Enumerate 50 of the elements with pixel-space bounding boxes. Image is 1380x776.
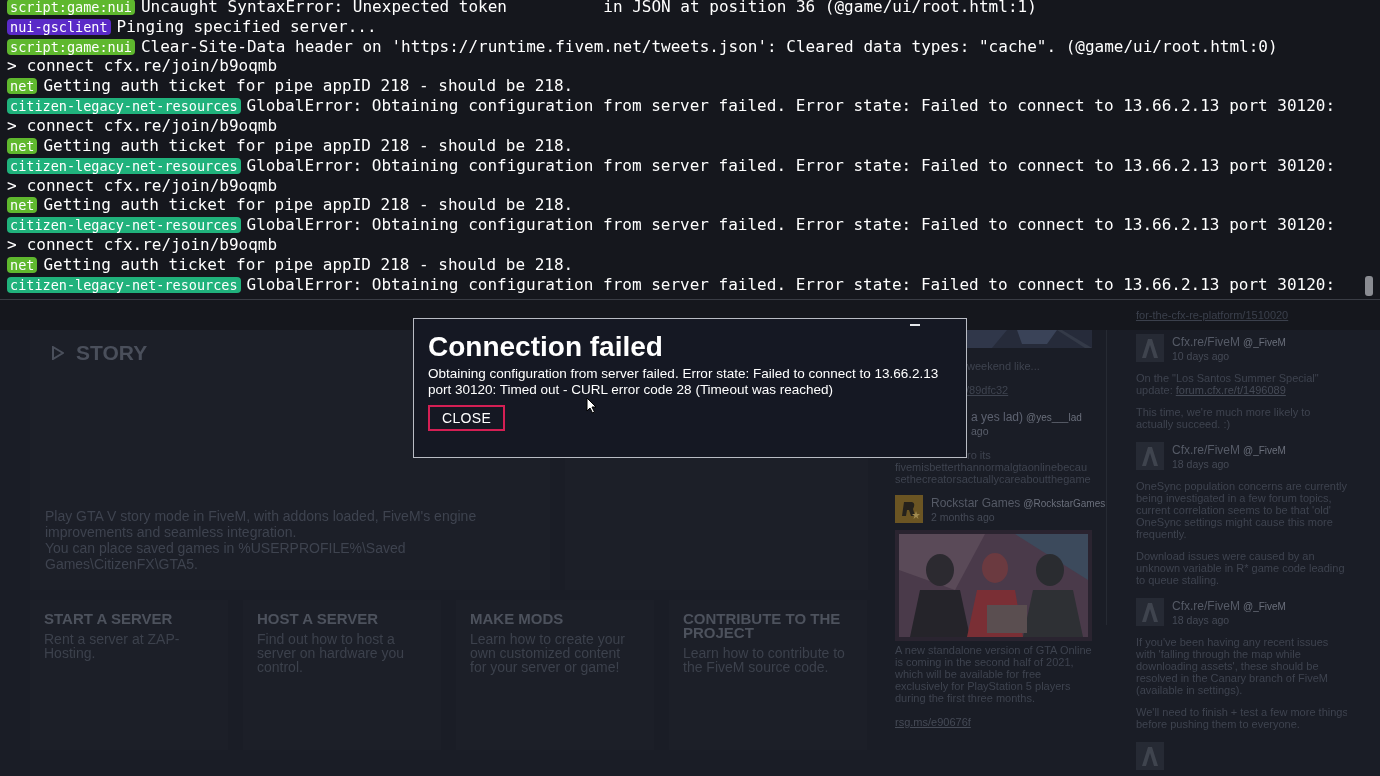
dialog-title: Connection failed — [428, 330, 664, 364]
tag-badge: nui-gsclient — [7, 18, 111, 35]
log-text: Uncaught SyntaxError: Unexpected token in JSON at position 36 (@game/ui/root.html:1) — [140, 0, 1037, 18]
prompt-symbol: > — [7, 115, 17, 137]
avatar-icon — [1136, 334, 1164, 362]
tag-badge: citizen-legacy-net-resources — [7, 217, 241, 234]
tag-badge: net — [7, 197, 38, 214]
author-name: a yes lad) — [971, 411, 1024, 424]
prompt-symbol: > — [7, 55, 17, 78]
author-handle: @_FiveM — [1243, 336, 1286, 350]
author-name: Cfx.re/FiveM — [1172, 600, 1240, 613]
scrollbar-thumb[interactable] — [1365, 276, 1373, 296]
tag-badge: net — [7, 78, 38, 95]
log-text: GlobalError: Obtaining configuration from server failed. Error state: Failed to connect to 13.66.2.13 port 30120: — [246, 214, 1336, 237]
author-name: Rockstar Games — [931, 497, 1021, 510]
tag-badge: citizen-legacy-net-resources — [7, 157, 241, 174]
log-text: Getting auth ticket for pipe appID 218 - should be 218. — [43, 194, 574, 217]
tag-badge: citizen-legacy-net-resources — [7, 276, 241, 293]
command-text: connect cfx.re/join/b9oqmb — [26, 55, 278, 78]
command-text: connect cfx.re/join/b9oqmb — [26, 115, 278, 137]
author-handle: @yes___lad — [1026, 411, 1082, 425]
tag-badge: net — [7, 256, 38, 273]
log-text: Getting auth ticket for pipe appID 218 - should be 218. — [43, 134, 574, 157]
author-handle: @_FiveM — [1243, 444, 1286, 458]
log-text: GlobalError: Obtaining configuration from server failed. Error state: Failed to connect to 13.66.2.13 port 30120: — [246, 95, 1336, 118]
author-name: Cfx.re/FiveM — [1172, 444, 1240, 457]
log-text: GlobalError: Obtaining configuration from server failed. Error state: Failed to connect to 13.66.2.13 port 30120: — [246, 154, 1336, 177]
avatar-icon — [1136, 742, 1164, 770]
prompt-symbol: > — [7, 174, 17, 197]
tag-badge: script:game:nui — [7, 0, 135, 15]
log-text: GlobalError: Obtaining configuration from server failed. Error state: Failed to connect to 13.66.2.13 port 30120: — [246, 273, 1336, 296]
avatar-icon — [1136, 442, 1164, 470]
avatar-icon — [895, 495, 923, 523]
play-icon — [52, 345, 64, 360]
log-text: Pinging specified server... — [116, 15, 377, 38]
cursor-icon — [586, 397, 597, 414]
tag-badge: citizen-legacy-net-resources — [7, 98, 241, 115]
author-handle: @_FiveM — [1243, 600, 1286, 614]
dialog-message: Obtaining configuration from server failed. Error state: Failed to connect to 13.66.2.13 port 30120: Timed out - CURL error code 28 (Timeout was reached) — [428, 366, 940, 398]
tag-badge: script:game:nui — [7, 38, 135, 55]
command-text: connect cfx.re/join/b9oqmb — [26, 174, 278, 197]
log-text: Clear-Site-Data header on 'https://runtime.fivem.net/tweets.json': Cleared data types: "cache". (@game/ui/root.html:0) — [140, 35, 1278, 58]
author-name: Cfx.re/FiveM — [1172, 336, 1240, 349]
tag-badge: net — [7, 137, 38, 154]
prompt-symbol: > — [7, 234, 17, 257]
avatar-icon — [1136, 598, 1164, 626]
author-handle: @RockstarGames — [1023, 497, 1106, 511]
close-button[interactable]: CLOSE — [428, 405, 506, 431]
tweet-time: ago — [971, 425, 989, 437]
log-text: Getting auth ticket for pipe appID 218 - should be 218. — [43, 75, 574, 98]
